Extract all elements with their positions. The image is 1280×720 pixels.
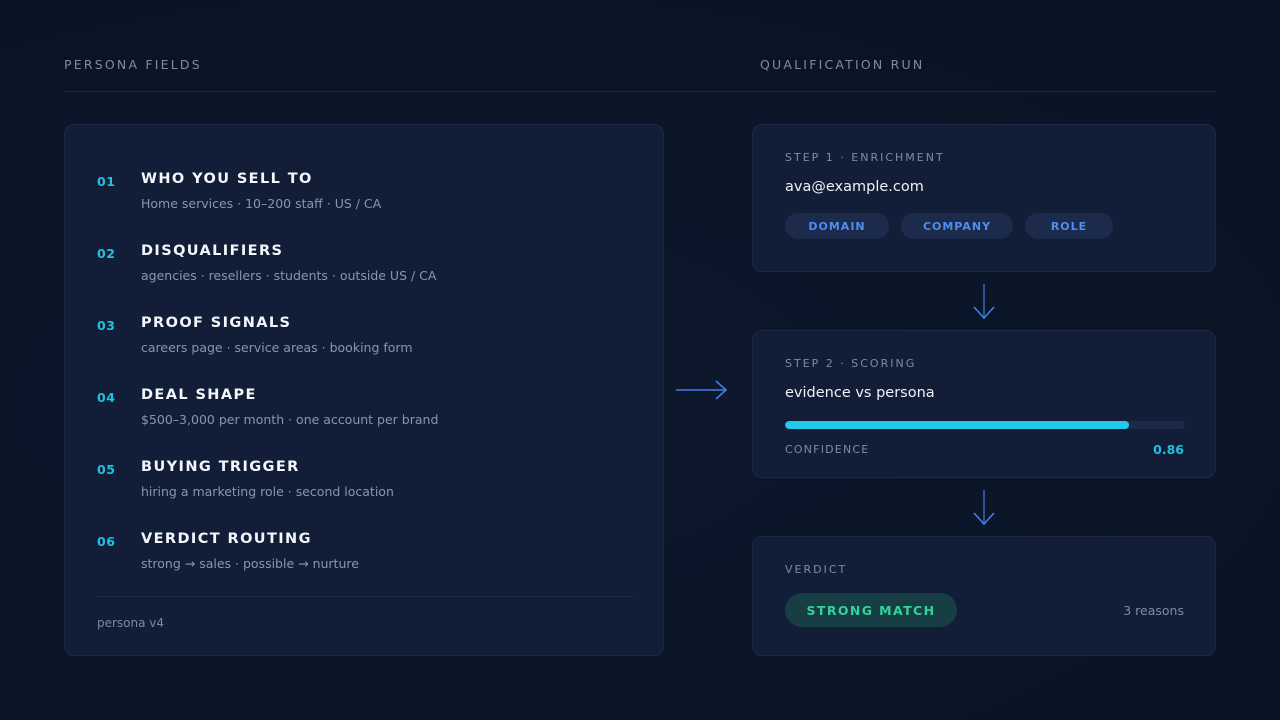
- field-title: VERDICT ROUTING: [141, 531, 312, 547]
- field-number: 04: [97, 390, 116, 405]
- arrow-down-icon: [973, 284, 995, 320]
- field-title: BUYING TRIGGER: [141, 459, 300, 475]
- persona-panel: 01 WHO YOU SELL TO Home services · 10–20…: [64, 124, 664, 656]
- chip-role: ROLE: [1025, 213, 1113, 239]
- field-description: strong → sales · possible → nurture: [141, 556, 359, 571]
- field-title: DEAL SHAPE: [141, 387, 257, 403]
- field-description: careers page · service areas · booking f…: [141, 340, 413, 355]
- verdict-badge: STRONG MATCH: [785, 593, 957, 627]
- field-description: hiring a marketing role · second locatio…: [141, 484, 394, 499]
- field-description: Home services · 10–200 staff · US / CA: [141, 196, 382, 211]
- step-label: STEP 1 · ENRICHMENT: [785, 151, 945, 164]
- verdict-label: VERDICT: [785, 563, 848, 576]
- field-number: 05: [97, 462, 116, 477]
- field-title: PROOF SIGNALS: [141, 315, 292, 331]
- field-title: WHO YOU SELL TO: [141, 171, 313, 187]
- verdict-card: VERDICT STRONG MATCH 3 reasons: [752, 536, 1216, 656]
- step-scoring-card: STEP 2 · SCORING evidence vs persona CON…: [752, 330, 1216, 478]
- chip-domain: DOMAIN: [785, 213, 889, 239]
- reasons-count: 3 reasons: [1123, 603, 1184, 618]
- arrow-right-icon: [676, 380, 728, 400]
- confidence-value: 0.86: [1153, 442, 1184, 457]
- header-divider: [64, 91, 1216, 92]
- step-enrichment-card: STEP 1 · ENRICHMENT ava@example.com DOMA…: [752, 124, 1216, 272]
- confidence-label: CONFIDENCE: [785, 443, 870, 456]
- enriched-email: ava@example.com: [785, 179, 924, 195]
- chip-company: COMPANY: [901, 213, 1013, 239]
- confidence-bar-fill: [785, 421, 1129, 429]
- persona-fields-heading: PERSONA FIELDS: [64, 57, 202, 72]
- field-description: agencies · resellers · students · outsid…: [141, 268, 437, 283]
- field-title: DISQUALIFIERS: [141, 243, 284, 259]
- field-number: 03: [97, 318, 116, 333]
- panel-divider: [97, 596, 633, 597]
- qualification-run-heading: QUALIFICATION RUN: [760, 57, 925, 72]
- field-description: $500–3,000 per month · one account per b…: [141, 412, 439, 427]
- step-label: STEP 2 · SCORING: [785, 357, 917, 370]
- scoring-description: evidence vs persona: [785, 385, 935, 401]
- field-number: 01: [97, 174, 116, 189]
- persona-version: persona v4: [97, 616, 165, 630]
- field-number: 02: [97, 246, 116, 261]
- arrow-down-icon: [973, 490, 995, 526]
- confidence-bar: [785, 421, 1185, 429]
- field-number: 06: [97, 534, 116, 549]
